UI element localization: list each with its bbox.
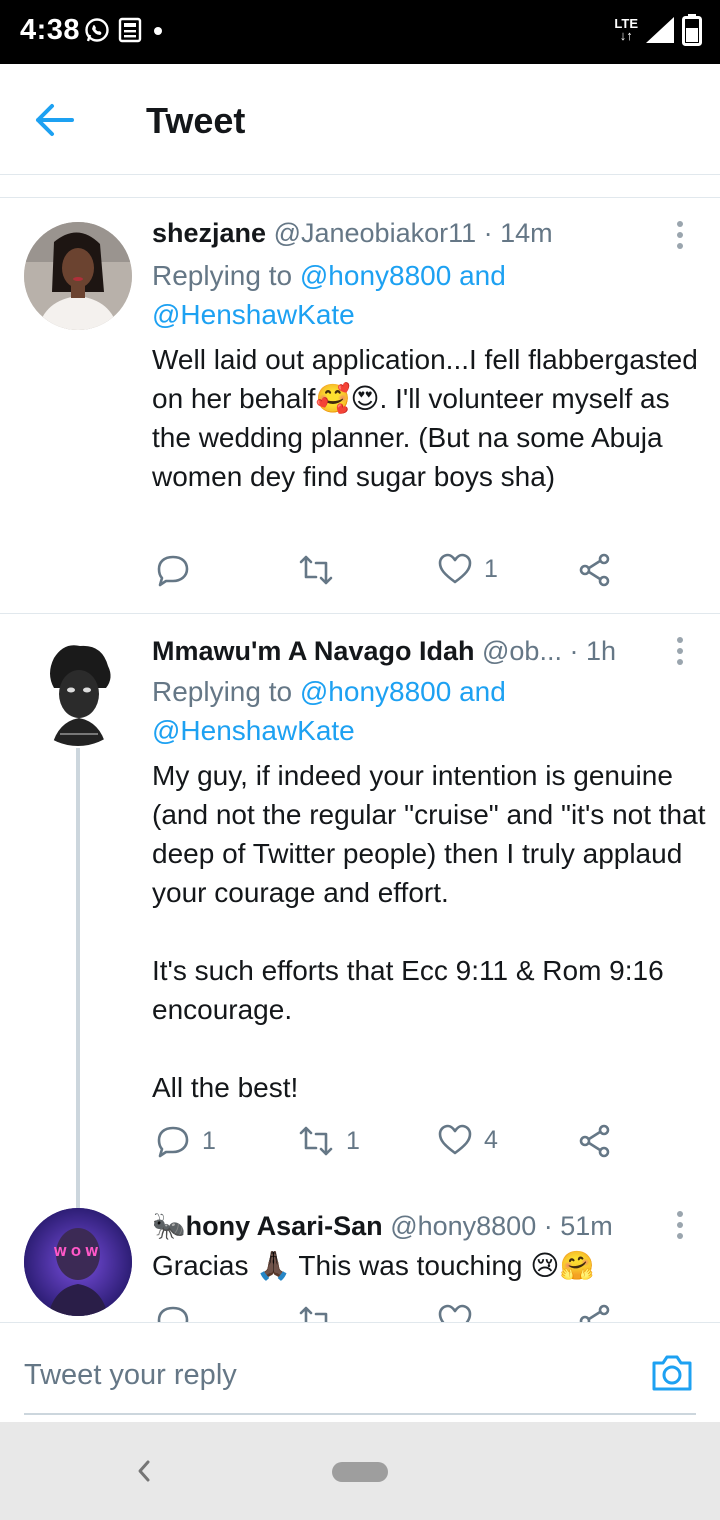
- system-icons: LTE ↓↑: [614, 14, 702, 46]
- timestamp: · 1h: [569, 636, 616, 666]
- tweet[interactable]: shezjane @Janeobiakor11 · 14m Replying t…: [0, 198, 720, 613]
- reply-button[interactable]: 1: [156, 1124, 216, 1158]
- share-button[interactable]: [578, 553, 612, 587]
- heart-icon: [438, 1304, 472, 1322]
- share-icon: [579, 553, 610, 587]
- input-underline: [24, 1413, 696, 1415]
- system-nav-bar: [0, 1422, 720, 1520]
- replying-to[interactable]: Replying to @hony8800 and @HenshawKate: [152, 672, 692, 750]
- more-vertical-icon[interactable]: [672, 636, 688, 666]
- like-button[interactable]: [438, 1304, 472, 1322]
- status-time: 4:38: [20, 14, 81, 46]
- like-button[interactable]: 1: [438, 553, 498, 585]
- timestamp: · 51m: [543, 1211, 613, 1241]
- page-title: Tweet: [146, 100, 246, 141]
- network-type: LTE ↓↑: [614, 16, 638, 43]
- news-icon: [118, 17, 142, 43]
- tweet-text: Well laid out application...I fell flabb…: [152, 344, 706, 492]
- share-icon: [579, 1124, 610, 1158]
- tweet[interactable]: WOW 🐜hony Asari-San @hony8800 · 51m Grac…: [0, 1204, 720, 1322]
- retweet-icon: [299, 1126, 333, 1156]
- replying-to[interactable]: Replying to @hony8800 and @HenshawKate: [152, 256, 692, 334]
- reply-button[interactable]: [156, 1304, 190, 1322]
- tweet-header: Mmawu'm A Navago Idah @ob... · 1h: [152, 636, 616, 667]
- display-name[interactable]: 🐜hony Asari-San: [152, 1211, 383, 1241]
- avatar[interactable]: [24, 222, 132, 330]
- app-header: Tweet: [0, 64, 720, 175]
- reply-input[interactable]: Tweet your reply: [24, 1359, 237, 1392]
- tweet-actions: 1 1 4: [152, 1124, 692, 1164]
- avatar[interactable]: WOW: [24, 1208, 132, 1316]
- nav-back-icon[interactable]: [134, 1456, 154, 1486]
- retweet-icon: [299, 1306, 328, 1322]
- camera-icon[interactable]: [650, 1353, 694, 1393]
- whatsapp-icon: [85, 18, 109, 42]
- reply-composer: Tweet your reply: [0, 1322, 720, 1421]
- status-bar: 4:38 LTE ↓↑: [0, 0, 720, 64]
- signal-icon: [646, 17, 674, 43]
- display-name[interactable]: shezjane: [152, 218, 266, 248]
- svg-text:WOW: WOW: [54, 1245, 103, 1259]
- retweet-button[interactable]: 1: [298, 1124, 360, 1158]
- handle: @Janeobiakor11: [273, 218, 477, 248]
- avatar[interactable]: [24, 638, 132, 746]
- tweet-actions: 1: [152, 553, 692, 593]
- tweet-actions: [152, 1304, 692, 1322]
- like-button[interactable]: 4: [438, 1124, 498, 1156]
- retweet-button[interactable]: [298, 553, 346, 587]
- reply-button[interactable]: [156, 553, 202, 587]
- tweet-header: 🐜hony Asari-San @hony8800 · 51m: [152, 1210, 613, 1242]
- reply-icon: [157, 555, 189, 587]
- tweet-text: My guy, if indeed your intention is genu…: [152, 760, 706, 1103]
- arrow-left-icon[interactable]: [34, 100, 78, 140]
- dot-icon: [154, 27, 162, 35]
- handle: @ob...: [482, 636, 562, 666]
- tweet-text: Gracias 🙏🏿 This was touching 😢🤗: [152, 1250, 595, 1281]
- retweet-icon: [299, 555, 333, 585]
- more-vertical-icon[interactable]: [672, 220, 688, 250]
- share-icon: [579, 1304, 610, 1322]
- more-vertical-icon[interactable]: [672, 1210, 688, 1240]
- notification-icons: [84, 17, 164, 43]
- share-button[interactable]: [578, 1304, 612, 1322]
- retweet-button[interactable]: [298, 1304, 334, 1322]
- reply-icon: [157, 1306, 189, 1322]
- handle: @hony8800: [390, 1211, 537, 1241]
- heart-icon: [438, 1124, 472, 1155]
- battery-icon: [682, 14, 702, 46]
- share-button[interactable]: [578, 1124, 612, 1158]
- tweet[interactable]: Mmawu'm A Navago Idah @ob... · 1h Replyi…: [0, 614, 720, 1204]
- heart-icon: [438, 553, 472, 584]
- display-name[interactable]: Mmawu'm A Navago Idah: [152, 636, 474, 666]
- home-pill[interactable]: [332, 1462, 388, 1482]
- tweet-header: shezjane @Janeobiakor11 · 14m: [152, 218, 553, 249]
- timestamp: · 14m: [483, 218, 553, 248]
- reply-icon: [157, 1126, 189, 1158]
